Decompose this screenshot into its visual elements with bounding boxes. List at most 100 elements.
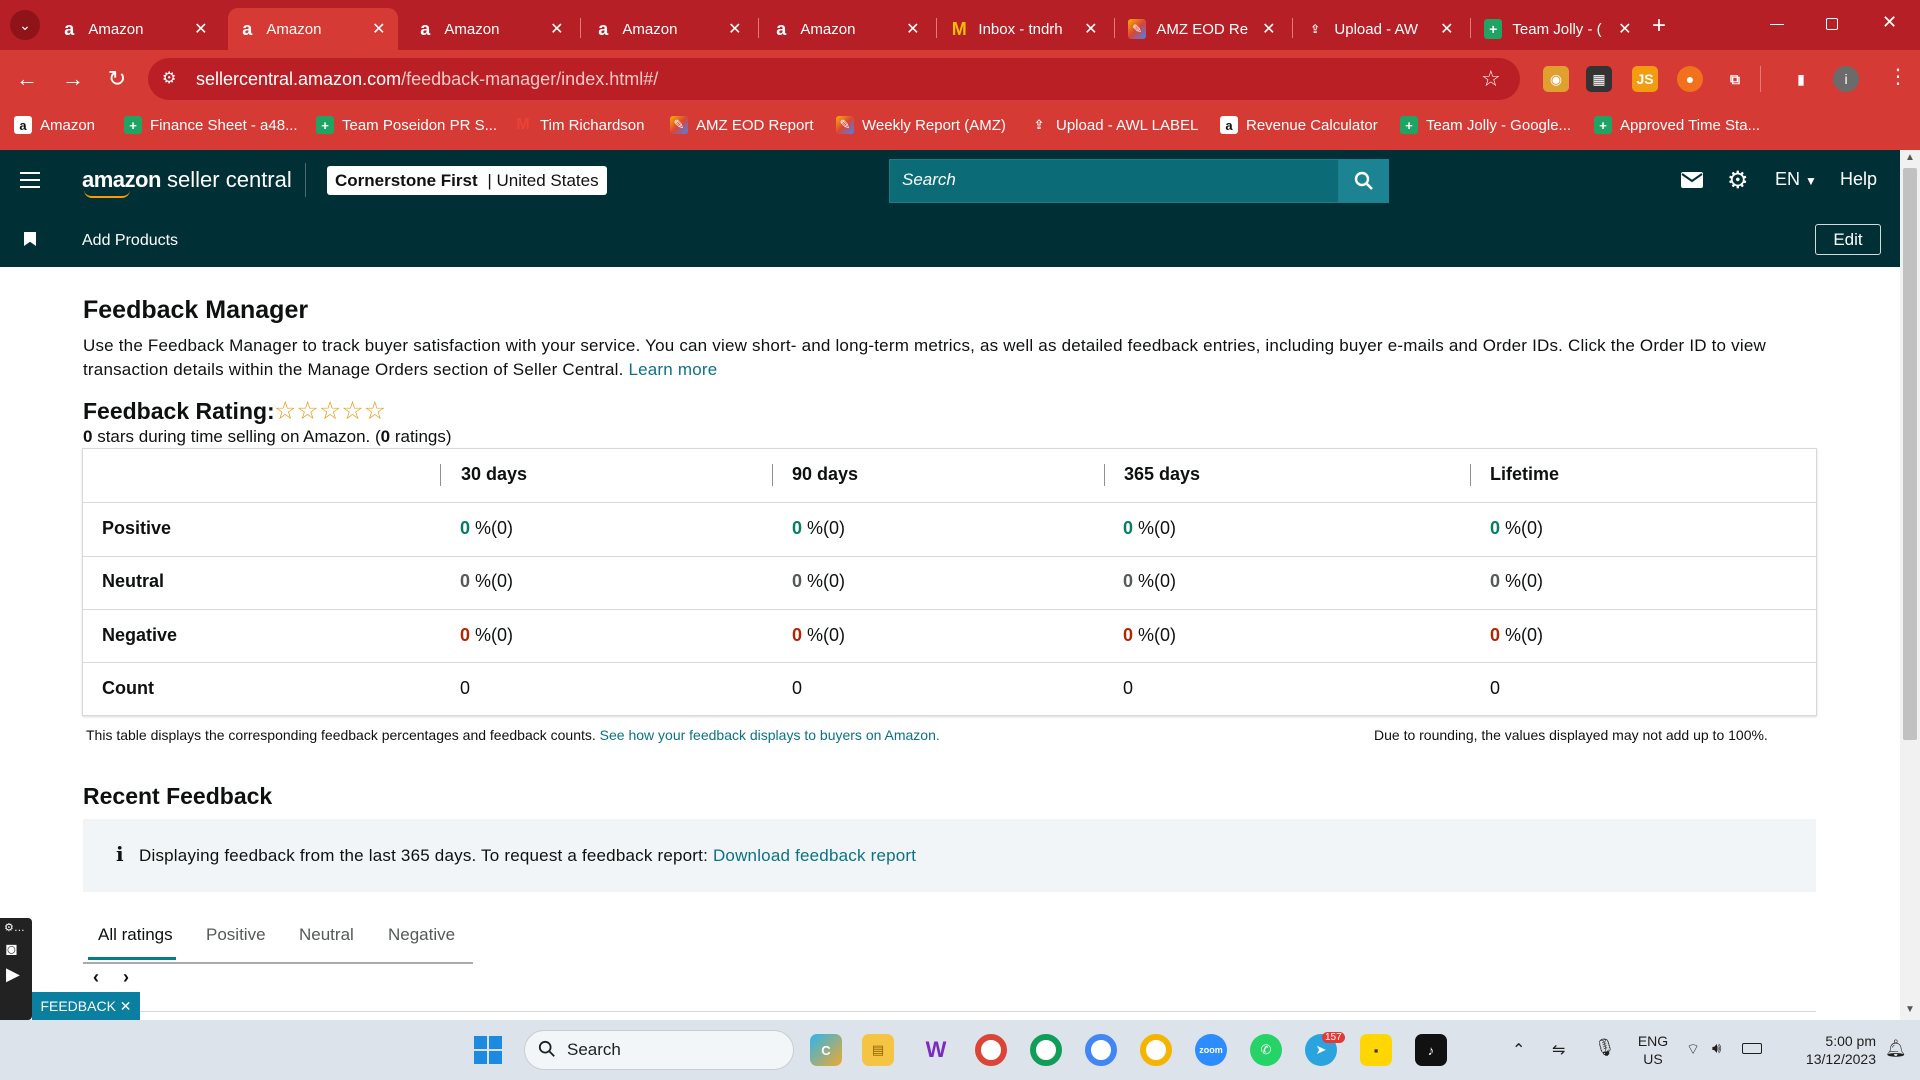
scrollbar-thumb[interactable]: [1903, 168, 1917, 740]
tray-settings-icon[interactable]: ⇋: [1552, 1040, 1565, 1060]
scroll-down-icon[interactable]: ▼: [1905, 1004, 1915, 1015]
add-products-link[interactable]: Add Products: [82, 232, 178, 250]
bookmark-item[interactable]: + Finance Sheet - a48...: [124, 116, 298, 134]
chrome-icon[interactable]: [1085, 1034, 1117, 1066]
tray-overflow-icon[interactable]: ⌃: [1512, 1040, 1525, 1060]
tiktok-icon[interactable]: ♪: [1415, 1034, 1447, 1066]
tab-title: Amazon: [444, 20, 500, 38]
close-icon[interactable]: ✕: [1438, 19, 1456, 39]
browser-tab[interactable]: a Amazon ✕: [50, 8, 220, 50]
camera-icon[interactable]: ◙: [0, 937, 32, 962]
language-indicator[interactable]: ENG US: [1633, 1032, 1673, 1068]
browser-tab[interactable]: ⇪ Upload - AW ✕: [1296, 8, 1466, 50]
browser-tab[interactable]: M Inbox - tndrh ✕: [940, 8, 1110, 50]
toolbar-separator: [1760, 66, 1761, 92]
close-icon[interactable]: ✕: [548, 19, 566, 39]
bookmark-item[interactable]: a Revenue Calculator: [1220, 116, 1378, 134]
file-explorer-icon[interactable]: ▤: [862, 1034, 894, 1066]
bookmark-item[interactable]: ✎ AMZ EOD Report: [670, 116, 814, 134]
battery-icon[interactable]: [1742, 1043, 1762, 1054]
taskbar-search[interactable]: [524, 1030, 794, 1070]
side-panel-icon[interactable]: ▮: [1788, 66, 1814, 92]
reload-icon[interactable]: ↻: [102, 64, 132, 94]
extension-cake-icon[interactable]: ◉: [1543, 66, 1569, 92]
notification-bell-icon[interactable]: 🔔︎: [1885, 1039, 1907, 1059]
chrome-icon[interactable]: [975, 1034, 1007, 1066]
store-switcher[interactable]: Cornerstone First | United States: [327, 166, 607, 195]
windows-start-icon[interactable]: [474, 1036, 502, 1064]
feedback-display-link[interactable]: See how your feedback displays to buyers…: [600, 727, 940, 743]
widget-settings-icon[interactable]: ⚙…: [0, 918, 32, 937]
browser-tab-active[interactable]: a Amazon ✕: [228, 8, 398, 50]
tab-positive[interactable]: Positive: [206, 925, 266, 945]
microphone-icon[interactable]: 🎙︎: [1594, 1038, 1616, 1058]
bookmark-item[interactable]: a Amazon: [14, 116, 95, 134]
language-selector[interactable]: EN ▼: [1775, 169, 1817, 190]
url-text[interactable]: sellercentral.amazon.com/feedback-manage…: [196, 69, 658, 90]
bookmark-item[interactable]: ✎ Weekly Report (AMZ): [836, 116, 1006, 134]
tab-negative[interactable]: Negative: [388, 925, 455, 945]
minimize-icon[interactable]: [1770, 24, 1784, 25]
restore-icon[interactable]: [1826, 18, 1838, 30]
browser-tab[interactable]: a Amazon ✕: [584, 8, 754, 50]
help-link[interactable]: Help: [1840, 169, 1877, 190]
bookmark-item[interactable]: + Approved Time Sta...: [1594, 116, 1760, 134]
site-info-icon[interactable]: ⚙: [162, 68, 176, 88]
close-window-icon[interactable]: ✕: [1882, 12, 1897, 33]
tab-all-ratings[interactable]: All ratings: [98, 925, 173, 945]
extensions-puzzle-icon[interactable]: ⧉: [1722, 66, 1748, 92]
tab-search-button[interactable]: ⌄: [10, 10, 40, 40]
count-cell: 0: [1123, 678, 1134, 698]
bookmark-star-icon[interactable]: ☆: [1481, 66, 1501, 92]
extension-qr-icon[interactable]: ▦: [1586, 66, 1612, 92]
chrome-icon[interactable]: [1140, 1034, 1172, 1066]
taskbar-search-label: Search: [567, 1040, 621, 1059]
scroll-up-icon[interactable]: ▲: [1905, 152, 1915, 163]
column-header: 90 days: [792, 464, 859, 484]
settings-gear-icon[interactable]: ⚙: [1727, 166, 1749, 195]
mail-icon[interactable]: [1681, 172, 1703, 188]
close-icon[interactable]: ✕: [1082, 19, 1100, 39]
close-icon[interactable]: ✕: [726, 19, 744, 39]
feedback-widget-tab[interactable]: FEEDBACK ✕: [32, 992, 140, 1020]
bookmark-item[interactable]: + Team Jolly - Google...: [1400, 116, 1571, 134]
next-page-icon[interactable]: ›: [123, 967, 129, 988]
chrome-icon[interactable]: [1030, 1034, 1062, 1066]
close-icon[interactable]: ✕: [904, 19, 922, 39]
browser-menu-icon[interactable]: ⋮: [1888, 64, 1908, 89]
close-icon[interactable]: ✕: [1616, 19, 1634, 39]
browser-tab[interactable]: a Amazon ✕: [762, 8, 932, 50]
bookmark-item[interactable]: ⇪ Upload - AWL LABEL: [1030, 116, 1199, 134]
new-tab-button[interactable]: +: [1652, 12, 1666, 40]
wifi-icon[interactable]: ⌔: [1686, 1040, 1700, 1059]
extension-circle-icon[interactable]: ●: [1677, 66, 1703, 92]
bookmark-item[interactable]: M Tim Richardson: [514, 116, 644, 134]
clock[interactable]: 5:00 pm 13/12/2023: [1786, 1032, 1876, 1068]
browser-tab[interactable]: + Team Jolly - ( ✕: [1474, 8, 1644, 50]
whatsapp-icon[interactable]: ✆: [1250, 1034, 1282, 1066]
browser-tab[interactable]: ✎ AMZ EOD Re ✕: [1118, 8, 1288, 50]
learn-more-link[interactable]: Learn more: [628, 360, 717, 379]
sticky-notes-icon[interactable]: ▪: [1360, 1034, 1392, 1066]
download-report-link[interactable]: Download feedback report: [713, 846, 916, 865]
forward-icon[interactable]: →: [58, 64, 88, 94]
close-icon[interactable]: ✕: [192, 19, 210, 39]
search-button[interactable]: [1339, 159, 1389, 203]
browser-tab[interactable]: a Amazon ✕: [406, 8, 576, 50]
bookmark-item[interactable]: + Team Poseidon PR S...: [316, 116, 497, 134]
menu-icon[interactable]: [20, 172, 40, 188]
app-w-icon[interactable]: W: [920, 1034, 952, 1066]
edit-button[interactable]: Edit: [1815, 224, 1881, 255]
close-icon[interactable]: ✕: [370, 19, 388, 39]
tab-neutral[interactable]: Neutral: [299, 925, 354, 945]
profile-avatar[interactable]: i: [1833, 66, 1859, 92]
prev-page-icon[interactable]: ‹: [93, 967, 99, 988]
zoom-icon[interactable]: zoom: [1195, 1034, 1227, 1066]
close-icon[interactable]: ✕: [1260, 19, 1278, 39]
volume-icon[interactable]: 🔊︎: [1712, 1040, 1721, 1057]
video-icon[interactable]: ▶: [0, 962, 32, 987]
search-input[interactable]: [889, 159, 1339, 203]
back-icon[interactable]: ←: [12, 64, 42, 94]
extension-js-icon[interactable]: JS: [1632, 66, 1658, 92]
copilot-icon[interactable]: C: [810, 1034, 842, 1066]
